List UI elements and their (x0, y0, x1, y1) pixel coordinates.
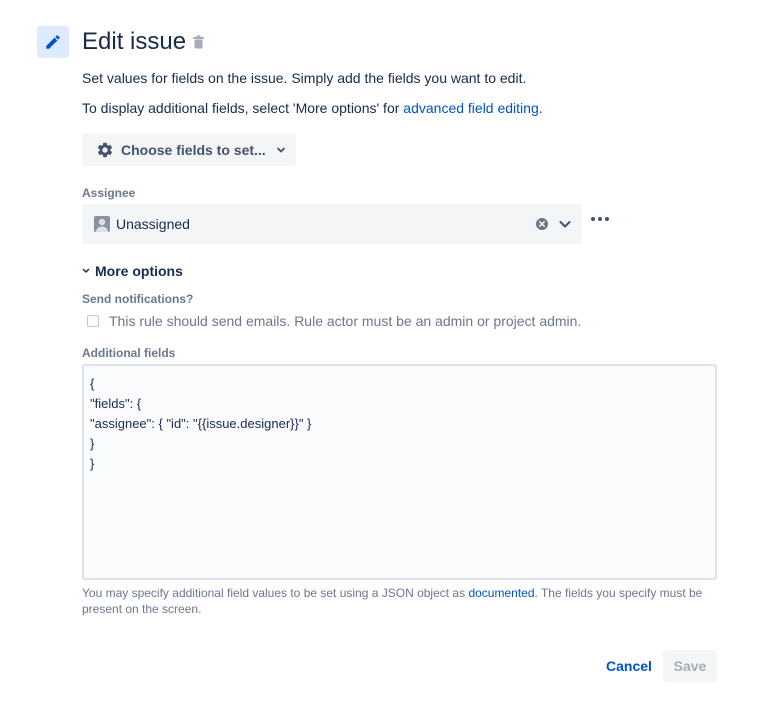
send-notifications-checkbox-label: This rule should send emails. Rule actor… (109, 313, 582, 329)
documented-link[interactable]: documented (468, 586, 534, 600)
page-title-row: Edit issue (82, 26, 205, 58)
edit-issue-icon-tile (37, 26, 69, 58)
assignee-label: Assignee (82, 186, 136, 200)
clear-icon[interactable] (535, 217, 549, 234)
choose-fields-button[interactable]: Choose fields to set... (82, 134, 296, 166)
send-notifications-checkbox[interactable] (87, 315, 99, 327)
advanced-field-editing-link[interactable]: advanced field editing (403, 100, 538, 116)
additional-fields-label: Additional fields (82, 346, 176, 360)
cancel-button[interactable]: Cancel (600, 650, 658, 682)
save-button[interactable]: Save (663, 650, 717, 682)
description-line-2-suffix: . (538, 100, 543, 116)
chevron-down-icon (276, 145, 286, 155)
assignee-select[interactable]: Unassigned (82, 204, 582, 244)
help-prefix: You may specify additional field values … (82, 586, 469, 600)
avatar (94, 216, 110, 232)
assignee-value: Unassigned (116, 216, 190, 232)
chevron-down-icon[interactable] (557, 216, 573, 235)
choose-fields-label: Choose fields to set... (121, 142, 266, 158)
more-options-label: More options (95, 263, 183, 279)
more-icon[interactable] (588, 209, 612, 229)
chevron-down-icon (82, 267, 90, 275)
page-title: Edit issue (82, 28, 187, 55)
additional-fields-textarea[interactable]: { "fields": { "assignee": { "id": "{{iss… (82, 364, 717, 580)
description-line-2-prefix: To display additional fields, select 'Mo… (82, 100, 404, 116)
send-notifications-row: This rule should send emails. Rule actor… (87, 313, 581, 329)
more-options-toggle[interactable]: More options (82, 263, 183, 279)
additional-fields-help: You may specify additional field values … (82, 585, 712, 617)
gear-icon (97, 142, 113, 158)
trash-icon[interactable] (192, 35, 205, 49)
pencil-icon (46, 35, 60, 49)
description-line-2: To display additional fields, select 'Mo… (82, 98, 543, 118)
description-line-1: Set values for fields on the issue. Simp… (82, 70, 527, 86)
send-notifications-label: Send notifications? (82, 292, 194, 306)
